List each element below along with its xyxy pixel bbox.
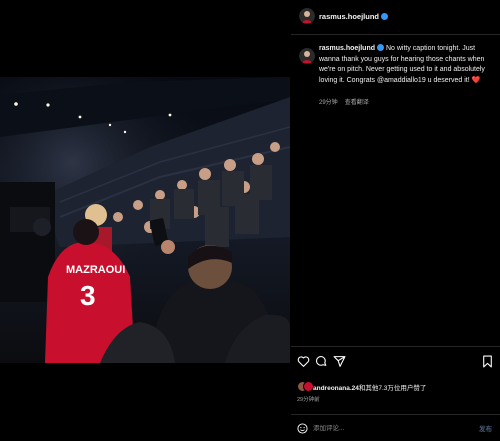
share-icon[interactable] bbox=[333, 355, 346, 368]
post-header: rasmus.hoejlund bbox=[291, 0, 500, 35]
heart-icon[interactable] bbox=[297, 355, 310, 368]
shirt-name: MAZRAOUI bbox=[66, 264, 125, 276]
footer-timestamp: 29分钟前 bbox=[297, 397, 320, 403]
bookmark-icon[interactable] bbox=[481, 355, 494, 368]
avatar[interactable] bbox=[299, 48, 315, 64]
header-username[interactable]: rasmus.hoejlund bbox=[319, 12, 389, 21]
likers-avatars bbox=[297, 381, 314, 392]
post-sidebar: rasmus.hoejlund rasmus.hoejlund No witty… bbox=[291, 0, 500, 440]
likes-summary[interactable]: andreonana.24和其他7.3万位用户赞了 bbox=[313, 382, 426, 392]
comment-icon[interactable] bbox=[315, 355, 328, 368]
shirt-number: 3 bbox=[80, 280, 96, 311]
caption-meta: 29分钟 查看翻译 bbox=[319, 97, 369, 106]
smile-icon[interactable] bbox=[297, 423, 308, 434]
caption-username[interactable]: rasmus.hoejlund bbox=[319, 45, 375, 52]
action-bar bbox=[291, 346, 500, 377]
timestamp: 29分钟 bbox=[319, 100, 338, 106]
red-heart-emoji: ❤️ bbox=[471, 76, 481, 84]
caption: rasmus.hoejlund No witty caption tonight… bbox=[319, 43, 491, 86]
avatar[interactable] bbox=[299, 8, 315, 24]
verified-icon bbox=[381, 12, 389, 20]
post-photo: MAZRAOUI 3 bbox=[0, 77, 290, 363]
verified-icon bbox=[377, 43, 385, 51]
see-translation-link[interactable]: 查看翻译 bbox=[345, 100, 369, 106]
comment-input[interactable] bbox=[313, 422, 463, 434]
comment-bar: 发布 bbox=[291, 414, 500, 441]
post-button[interactable]: 发布 bbox=[479, 423, 492, 433]
